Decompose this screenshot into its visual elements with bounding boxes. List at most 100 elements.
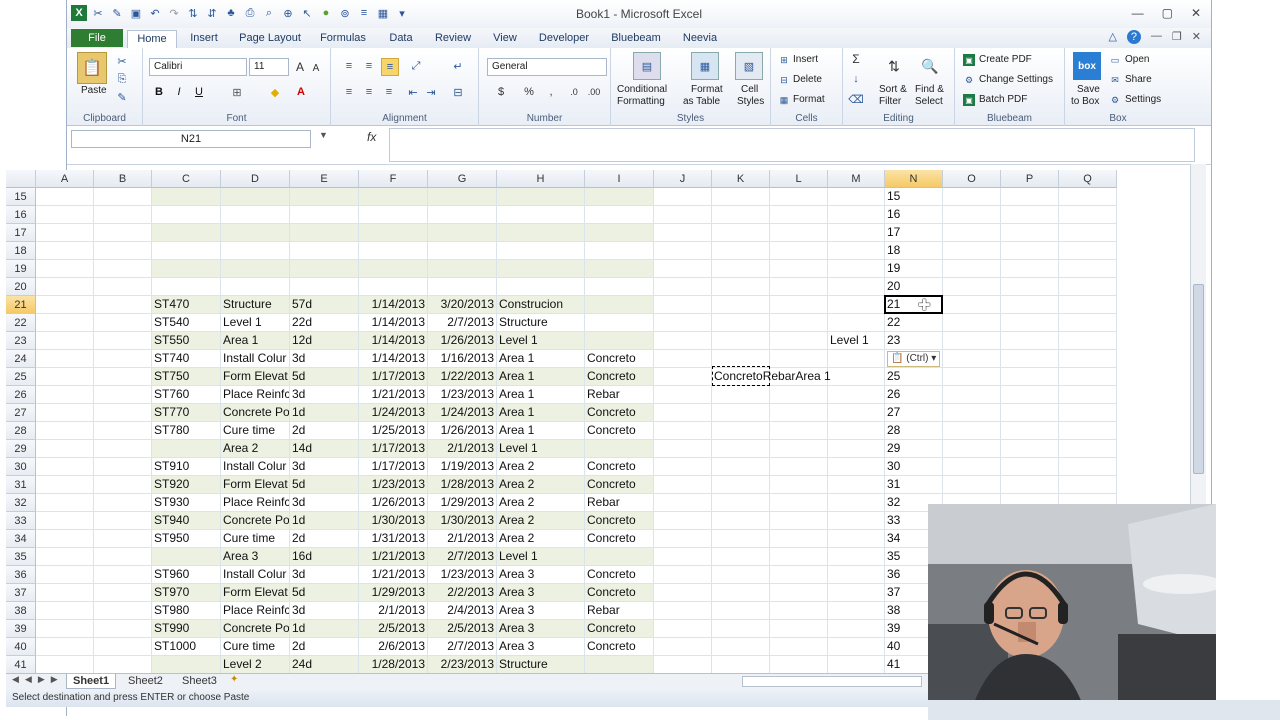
cell-m28[interactable]: [828, 422, 885, 440]
cell-c24[interactable]: ST740: [152, 350, 221, 368]
cell-p16[interactable]: [1001, 206, 1059, 224]
cell-h22[interactable]: Structure: [497, 314, 585, 332]
doc-restore-icon[interactable]: ❐: [1172, 30, 1182, 44]
cell-styles-label-2[interactable]: Styles: [737, 96, 764, 107]
cell-p22[interactable]: [1001, 314, 1059, 332]
cell-f20[interactable]: [359, 278, 428, 296]
paste-options-button[interactable]: 📋 (Ctrl) ▾: [887, 351, 941, 367]
cell-b36[interactable]: [94, 566, 152, 584]
find-select-label[interactable]: Find &: [915, 84, 944, 95]
font-color-icon[interactable]: A: [293, 84, 309, 100]
cell-c23[interactable]: ST550: [152, 332, 221, 350]
cell-k35[interactable]: [712, 548, 770, 566]
cell-d31[interactable]: Form Elevat: [221, 476, 290, 494]
cell-a24[interactable]: [36, 350, 94, 368]
cell-k40[interactable]: [712, 638, 770, 656]
cell-i35[interactable]: [585, 548, 654, 566]
cell-styles-icon[interactable]: ▧: [735, 52, 763, 80]
cell-c32[interactable]: ST930: [152, 494, 221, 512]
cell-c29[interactable]: [152, 440, 221, 458]
save-to-box-label[interactable]: Save: [1077, 84, 1100, 95]
cell-j37[interactable]: [654, 584, 712, 602]
cell-p30[interactable]: [1001, 458, 1059, 476]
cell-j31[interactable]: [654, 476, 712, 494]
row-header[interactable]: 27: [6, 404, 36, 422]
cell-j21[interactable]: [654, 296, 712, 314]
cell-i20[interactable]: [585, 278, 654, 296]
cell-f26[interactable]: 1/21/2013: [359, 386, 428, 404]
cell-b39[interactable]: [94, 620, 152, 638]
cell-g36[interactable]: 1/23/2013: [428, 566, 497, 584]
cell-m18[interactable]: [828, 242, 885, 260]
cell-o19[interactable]: [943, 260, 1001, 278]
cell-p17[interactable]: [1001, 224, 1059, 242]
cell-e36[interactable]: 3d: [290, 566, 359, 584]
cell-e40[interactable]: 2d: [290, 638, 359, 656]
cell-k36[interactable]: [712, 566, 770, 584]
cell-e20[interactable]: [290, 278, 359, 296]
horizontal-scrollbar[interactable]: [742, 676, 922, 687]
batch-pdf-icon[interactable]: ▣: [963, 94, 975, 106]
cell-b40[interactable]: [94, 638, 152, 656]
cell-i22[interactable]: [585, 314, 654, 332]
cell-i32[interactable]: Rebar: [585, 494, 654, 512]
row-header[interactable]: 28: [6, 422, 36, 440]
cell-p27[interactable]: [1001, 404, 1059, 422]
cell-a36[interactable]: [36, 566, 94, 584]
borders-icon[interactable]: ⊞: [229, 84, 245, 100]
cell-f21[interactable]: 1/14/2013: [359, 296, 428, 314]
cell-q20[interactable]: [1059, 278, 1117, 296]
cell-h35[interactable]: Level 1: [497, 548, 585, 566]
cell-d39[interactable]: Concrete Po: [221, 620, 290, 638]
cell-m29[interactable]: [828, 440, 885, 458]
cell-e41[interactable]: 24d: [290, 656, 359, 673]
cell-a17[interactable]: [36, 224, 94, 242]
change-settings-icon[interactable]: ⚙: [963, 74, 975, 86]
cell-a37[interactable]: [36, 584, 94, 602]
cell-b16[interactable]: [94, 206, 152, 224]
cell-j36[interactable]: [654, 566, 712, 584]
cell-n29[interactable]: 29: [885, 440, 943, 458]
box-settings-button[interactable]: Settings: [1125, 94, 1161, 105]
cell-d20[interactable]: [221, 278, 290, 296]
cell-p26[interactable]: [1001, 386, 1059, 404]
paste-icon[interactable]: 📋: [77, 52, 107, 84]
cell-k26[interactable]: [712, 386, 770, 404]
cell-d32[interactable]: Place Reinfc: [221, 494, 290, 512]
cell-o15[interactable]: [943, 188, 1001, 206]
cell-b25[interactable]: [94, 368, 152, 386]
cell-o29[interactable]: [943, 440, 1001, 458]
row-header[interactable]: 24: [6, 350, 36, 368]
row-header[interactable]: 16: [6, 206, 36, 224]
cell-f35[interactable]: 1/21/2013: [359, 548, 428, 566]
cell-g22[interactable]: 2/7/2013: [428, 314, 497, 332]
align-right-icon[interactable]: ≡: [381, 84, 397, 100]
cell-i37[interactable]: Concreto: [585, 584, 654, 602]
format-painter-icon[interactable]: ✎: [115, 90, 129, 104]
row-header[interactable]: 23: [6, 332, 36, 350]
create-pdf-icon[interactable]: ▣: [963, 54, 975, 66]
cell-j32[interactable]: [654, 494, 712, 512]
row-header[interactable]: 36: [6, 566, 36, 584]
cell-q17[interactable]: [1059, 224, 1117, 242]
align-left-icon[interactable]: ≡: [341, 84, 357, 100]
cell-i16[interactable]: [585, 206, 654, 224]
cell-e21[interactable]: 57d: [290, 296, 359, 314]
delete-cells-icon[interactable]: ⊟: [777, 74, 791, 86]
cell-j24[interactable]: [654, 350, 712, 368]
cell-k27[interactable]: [712, 404, 770, 422]
share-icon[interactable]: ✉: [1109, 74, 1121, 86]
cell-m22[interactable]: [828, 314, 885, 332]
cell-q22[interactable]: [1059, 314, 1117, 332]
change-settings-button[interactable]: Change Settings: [979, 74, 1053, 85]
cell-f18[interactable]: [359, 242, 428, 260]
cell-a18[interactable]: [36, 242, 94, 260]
cell-m31[interactable]: [828, 476, 885, 494]
column-header-h[interactable]: H: [497, 170, 585, 188]
cell-k23[interactable]: [712, 332, 770, 350]
row-header[interactable]: 37: [6, 584, 36, 602]
sort-filter-label[interactable]: Sort &: [879, 84, 907, 95]
cell-a41[interactable]: [36, 656, 94, 673]
cell-k30[interactable]: [712, 458, 770, 476]
cell-j33[interactable]: [654, 512, 712, 530]
